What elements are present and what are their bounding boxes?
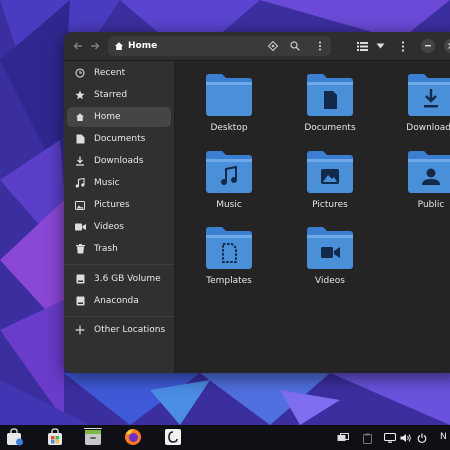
- sidebar-item-trash[interactable]: Trash: [67, 239, 171, 259]
- display-icon[interactable]: [337, 432, 349, 444]
- video-icon: [73, 220, 87, 234]
- sidebar-item-label: Home: [94, 112, 121, 122]
- home-icon: [73, 110, 87, 124]
- path-label: Home: [128, 41, 158, 51]
- sidebar-item-pictures[interactable]: Pictures: [67, 195, 171, 215]
- folder-pictures[interactable]: Pictures: [290, 150, 370, 210]
- picture-icon: [73, 198, 87, 212]
- list-view-icon[interactable]: [354, 38, 370, 54]
- folder-music[interactable]: Music: [189, 150, 269, 210]
- sidebar-item-label: Downloads: [94, 156, 144, 166]
- search-icon[interactable]: [287, 38, 303, 54]
- close-icon[interactable]: [444, 39, 450, 53]
- folder-label: Pictures: [312, 200, 348, 210]
- sidebar-item-label: 3.6 GB Volume: [94, 274, 161, 284]
- folder-videos[interactable]: Videos: [290, 226, 370, 286]
- sidebar-item-label: Recent: [94, 68, 126, 78]
- power-icon[interactable]: [416, 432, 428, 444]
- videos-folder-icon: [307, 227, 353, 269]
- location-icon[interactable]: [265, 38, 281, 54]
- desktop-folder-icon: [206, 74, 252, 116]
- plus-icon: [73, 323, 87, 337]
- clock-icon: [73, 66, 87, 80]
- back-arrow-icon[interactable]: [70, 38, 86, 54]
- sidebar-item-label: Anaconda: [94, 296, 139, 306]
- forward-arrow-icon[interactable]: [87, 38, 103, 54]
- sidebar-item-starred[interactable]: Starred: [67, 85, 171, 105]
- document-icon: [73, 132, 87, 146]
- clipboard-icon[interactable]: [361, 432, 373, 444]
- sidebar-item-recent[interactable]: Recent: [67, 63, 171, 83]
- folder-label: Downloads: [406, 123, 450, 133]
- main-menu-icon[interactable]: [395, 38, 411, 54]
- sidebar-item-other-locations[interactable]: Other Locations: [67, 320, 171, 340]
- music-folder-icon: [206, 151, 252, 193]
- music-note-icon: [73, 176, 87, 190]
- folder-downloads[interactable]: Downloads: [391, 73, 450, 133]
- folder-documents[interactable]: Documents: [290, 73, 370, 133]
- sidebar-item-label: Music: [94, 178, 120, 188]
- public-folder-icon: [408, 151, 450, 193]
- folder-label: Documents: [304, 123, 356, 133]
- sidebar-item-music[interactable]: Music: [67, 173, 171, 193]
- sidebar-divider: [64, 264, 174, 265]
- drive-icon: [73, 272, 87, 286]
- chevron-down-icon[interactable]: [372, 38, 388, 54]
- sidebar-item-label: Other Locations: [94, 325, 166, 335]
- sidebar-item-label: Pictures: [94, 200, 130, 210]
- drive-icon: [73, 294, 87, 308]
- folder-templates[interactable]: Templates: [189, 226, 269, 286]
- header-bar: Home: [64, 32, 450, 61]
- firefox-icon[interactable]: [124, 428, 142, 446]
- folder-label: Templates: [206, 276, 252, 286]
- folder-label: Desktop: [210, 123, 248, 133]
- folder-label: Videos: [315, 276, 345, 286]
- folder-public[interactable]: Public: [391, 150, 450, 210]
- star-icon: [73, 88, 87, 102]
- software-store-icon[interactable]: [6, 428, 24, 446]
- path-home-button[interactable]: Home: [114, 41, 157, 51]
- taskbar: N: [0, 425, 450, 450]
- screen-icon[interactable]: [384, 432, 396, 444]
- files-app-icon[interactable]: [84, 428, 102, 446]
- templates-folder-icon: [206, 227, 252, 269]
- clock-fragment[interactable]: N: [440, 432, 447, 442]
- minimize-icon[interactable]: [421, 39, 435, 53]
- sidebar-item-label: Videos: [94, 222, 124, 232]
- folder-label: Public: [417, 200, 445, 210]
- kebab-menu-icon[interactable]: [315, 39, 325, 53]
- store-bag-icon[interactable]: [46, 428, 64, 446]
- folder-desktop[interactable]: Desktop: [189, 73, 269, 133]
- sidebar-item-label: Trash: [94, 244, 118, 254]
- sidebar-item-label: Documents: [94, 134, 146, 144]
- trash-icon: [73, 242, 87, 256]
- download-icon: [73, 154, 87, 168]
- anaconda-icon[interactable]: [164, 428, 182, 446]
- sidebar-item-anaconda[interactable]: Anaconda: [67, 291, 171, 311]
- sidebar-divider: [64, 316, 174, 317]
- pictures-folder-icon: [307, 151, 353, 193]
- downloads-folder-icon: [408, 74, 450, 116]
- file-manager-window: Home Recent Starred Home Documents Downl…: [64, 32, 450, 373]
- home-icon: [115, 42, 123, 50]
- sidebar-item-documents[interactable]: Documents: [67, 129, 171, 149]
- sidebar-item-label: Starred: [94, 90, 128, 100]
- documents-folder-icon: [307, 74, 353, 116]
- folder-view: Desktop Documents Downloads: [175, 61, 450, 373]
- volume-icon[interactable]: [400, 432, 412, 444]
- sidebar-item-home[interactable]: Home: [67, 107, 171, 127]
- sidebar-item-volume[interactable]: 3.6 GB Volume: [67, 269, 171, 289]
- sidebar-item-videos[interactable]: Videos: [67, 217, 171, 237]
- sidebar-item-downloads[interactable]: Downloads: [67, 151, 171, 171]
- folder-label: Music: [216, 200, 242, 210]
- places-sidebar: Recent Starred Home Documents Downloads …: [64, 61, 175, 373]
